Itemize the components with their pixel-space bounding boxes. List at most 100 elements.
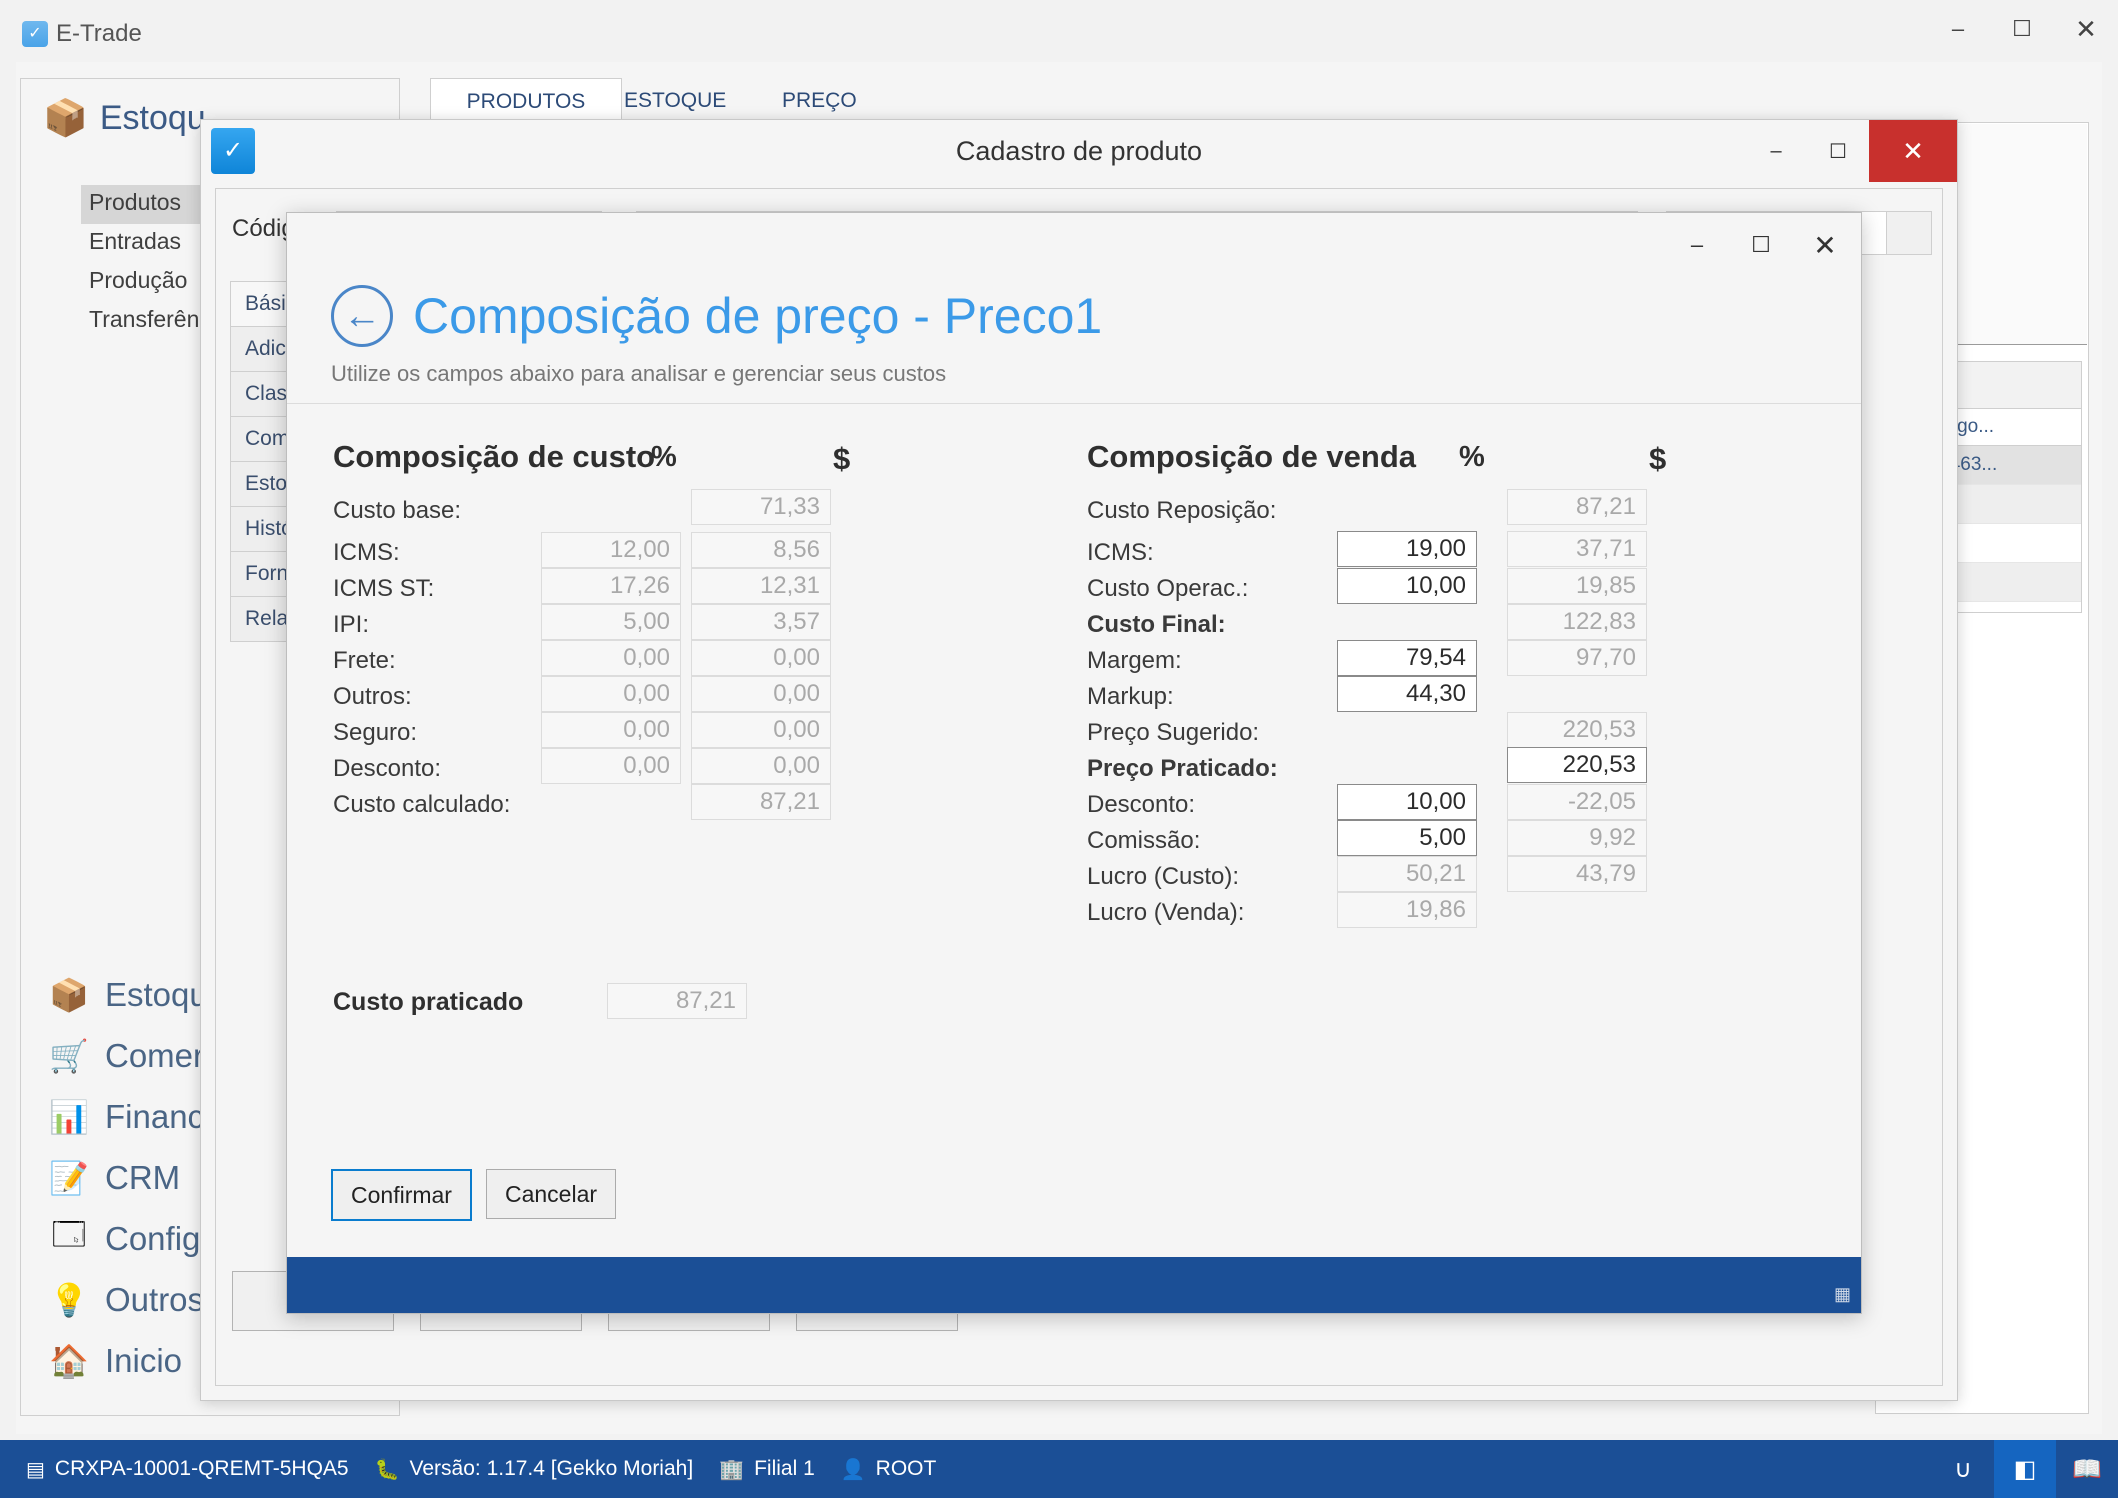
input-custo-operacional-pct[interactable]: 10,00: [1337, 568, 1477, 604]
value-desconto-cur: 0,00: [691, 748, 831, 784]
status-version: 🐛 Versão: 1.17.4 [Gekko Moriah]: [375, 1457, 694, 1482]
row-custo-calculado: Custo calculado: 87,21: [333, 785, 973, 825]
value-custo-base-cur: 71,33: [691, 489, 831, 525]
extra-dropdown-button[interactable]: [1886, 211, 1932, 255]
home-icon: 🏠: [43, 1342, 95, 1380]
cadastro-window-controls: – ☐ ✕: [1745, 120, 1957, 182]
input-venda-icms-pct[interactable]: 19,00: [1337, 531, 1477, 567]
cadastro-title: Cadastro de produto: [201, 136, 1957, 167]
magnet-icon[interactable]: ∪: [1932, 1440, 1994, 1498]
value-lucro-venda-pct: 19,86: [1337, 892, 1477, 928]
value-icms-st-pct: 17,26: [541, 568, 681, 604]
app-maximize-button[interactable]: ☐: [1990, 0, 2054, 58]
label-custo-final: Custo Final:: [1087, 611, 1226, 639]
value-lucro-custo-cur: 43,79: [1507, 856, 1647, 892]
label-preco-sugerido: Preço Sugerido:: [1087, 719, 1259, 747]
row-icms: ICMS: 12,00 8,56: [333, 533, 973, 569]
label-custo-praticado: Custo praticado: [333, 988, 523, 1017]
input-comissao-pct[interactable]: 5,00: [1337, 820, 1477, 856]
value-custo-operacional-cur: 19,85: [1507, 568, 1647, 604]
app-window-controls: – ☐ ✕: [1926, 0, 2118, 58]
value-preco-sugerido-cur: 220,53: [1507, 712, 1647, 748]
input-markup-pct[interactable]: 44,30: [1337, 676, 1477, 712]
value-frete-pct: 0,00: [541, 640, 681, 676]
nav-label-comercial: Comer: [105, 1037, 204, 1075]
app-title: E-Trade: [56, 20, 142, 48]
input-preco-praticado-cur[interactable]: 220,53: [1507, 747, 1647, 783]
value-frete-cur: 0,00: [691, 640, 831, 676]
bar-chart-icon: 📊: [43, 1098, 95, 1136]
nav-label-outros: Outros: [105, 1281, 204, 1319]
row-custo-reposicao: Custo Reposição: 87,21: [1087, 491, 1747, 533]
composicao-maximize-button[interactable]: ☐: [1729, 213, 1793, 277]
settings-window-icon: 🗔: [43, 1212, 95, 1266]
label-desconto: Desconto:: [333, 755, 441, 783]
composicao-minimize-button[interactable]: –: [1665, 213, 1729, 277]
manual-book-icon[interactable]: 📖: [2056, 1440, 2118, 1498]
label-seguro: Seguro:: [333, 719, 417, 747]
label-custo-reposicao: Custo Reposição:: [1087, 497, 1276, 525]
app-logo-icon: ✓: [22, 21, 48, 47]
label-custo-operacional: Custo Operac.:: [1087, 575, 1248, 603]
label-venda-icms: ICMS:: [1087, 539, 1154, 567]
tab-preco[interactable]: PREÇO: [760, 78, 879, 124]
label-margem: Margem:: [1087, 647, 1182, 675]
row-custo-final: Custo Final: 122,83: [1087, 605, 1747, 641]
resize-grip-icon[interactable]: ▦: [1834, 1284, 1851, 1305]
nav-label-inicio: Inicio: [105, 1342, 182, 1380]
row-comissao: Comissão: 5,00 9,92: [1087, 821, 1747, 857]
value-venda-desconto-cur: -22,05: [1507, 784, 1647, 820]
status-bar: ▤ CRXPA-10001-QREMT-5HQA5 🐛 Versão: 1.17…: [0, 1440, 2118, 1498]
status-branch-text: Filial 1: [754, 1457, 815, 1481]
app-close-button[interactable]: ✕: [2054, 0, 2118, 58]
row-icms-st: ICMS ST: 17,26 12,31: [333, 569, 973, 605]
row-markup: Markup: 44,30: [1087, 677, 1747, 713]
row-preco-sugerido: Preço Sugerido: 220,53: [1087, 713, 1747, 749]
venda-pct-header: %: [1459, 441, 1485, 474]
value-icms-st-cur: 12,31: [691, 568, 831, 604]
license-key-icon: ▤: [26, 1457, 45, 1482]
custo-cur-header: $: [833, 441, 850, 477]
cancelar-button[interactable]: Cancelar: [486, 1169, 616, 1219]
label-custo-calculado: Custo calculado:: [333, 791, 510, 819]
label-ipi: IPI:: [333, 611, 369, 639]
cadastro-titlebar: ✓ Cadastro de produto – ☐ ✕: [201, 120, 1957, 182]
value-custo-final-cur: 122,83: [1507, 604, 1647, 640]
value-desconto-pct: 0,00: [541, 748, 681, 784]
input-venda-desconto-pct[interactable]: 10,00: [1337, 784, 1477, 820]
status-bar-tools: ∪ ◧ 📖: [1932, 1440, 2118, 1498]
label-icms: ICMS:: [333, 539, 400, 567]
app-titlebar: ✓ E-Trade – ☐ ✕: [0, 0, 2118, 58]
crm-icon: 📝: [43, 1159, 95, 1197]
value-icms-pct: 12,00: [541, 532, 681, 568]
building-icon: 🏢: [719, 1457, 744, 1482]
custo-rows: Custo base: 71,33 ICMS: 12,00 8,56 ICMS …: [333, 491, 973, 825]
row-seguro: Seguro: 0,00 0,00: [333, 713, 973, 749]
status-version-text: Versão: 1.17.4 [Gekko Moriah]: [410, 1457, 694, 1481]
tab-estoque[interactable]: ESTOQUE: [602, 78, 748, 124]
app-minimize-button[interactable]: –: [1926, 0, 1990, 58]
composicao-action-buttons: Confirmar Cancelar: [331, 1169, 616, 1221]
value-outros-pct: 0,00: [541, 676, 681, 712]
status-user-text: ROOT: [876, 1457, 937, 1481]
label-lucro-custo: Lucro (Custo):: [1087, 863, 1239, 891]
composicao-close-button[interactable]: ✕: [1793, 213, 1857, 277]
cadastro-minimize-button[interactable]: –: [1745, 120, 1807, 182]
cadastro-maximize-button[interactable]: ☐: [1807, 120, 1869, 182]
back-arrow-circle-icon[interactable]: ←: [331, 285, 393, 347]
value-comissao-cur: 9,92: [1507, 820, 1647, 856]
nav-label-crm: CRM: [105, 1159, 180, 1197]
cadastro-close-button[interactable]: ✕: [1869, 120, 1957, 182]
row-desconto: Desconto: 0,00 0,00: [333, 749, 973, 785]
label-outros: Outros:: [333, 683, 412, 711]
bug-icon: 🐛: [375, 1457, 400, 1482]
row-venda-desconto: Desconto: 10,00 -22,05: [1087, 785, 1747, 821]
confirmar-button[interactable]: Confirmar: [331, 1169, 472, 1221]
input-margem-pct[interactable]: 79,54: [1337, 640, 1477, 676]
panel-toggle-icon[interactable]: ◧: [1994, 1440, 2056, 1498]
label-comissao: Comissão:: [1087, 827, 1200, 855]
boxes-icon: 📦: [43, 976, 95, 1014]
value-venda-icms-cur: 37,71: [1507, 531, 1647, 567]
status-user: 👤 ROOT: [841, 1457, 937, 1482]
screen: ✓ E-Trade – ☐ ✕ ⌃ 📦 Estoqu Produtos Entr…: [0, 0, 2118, 1498]
